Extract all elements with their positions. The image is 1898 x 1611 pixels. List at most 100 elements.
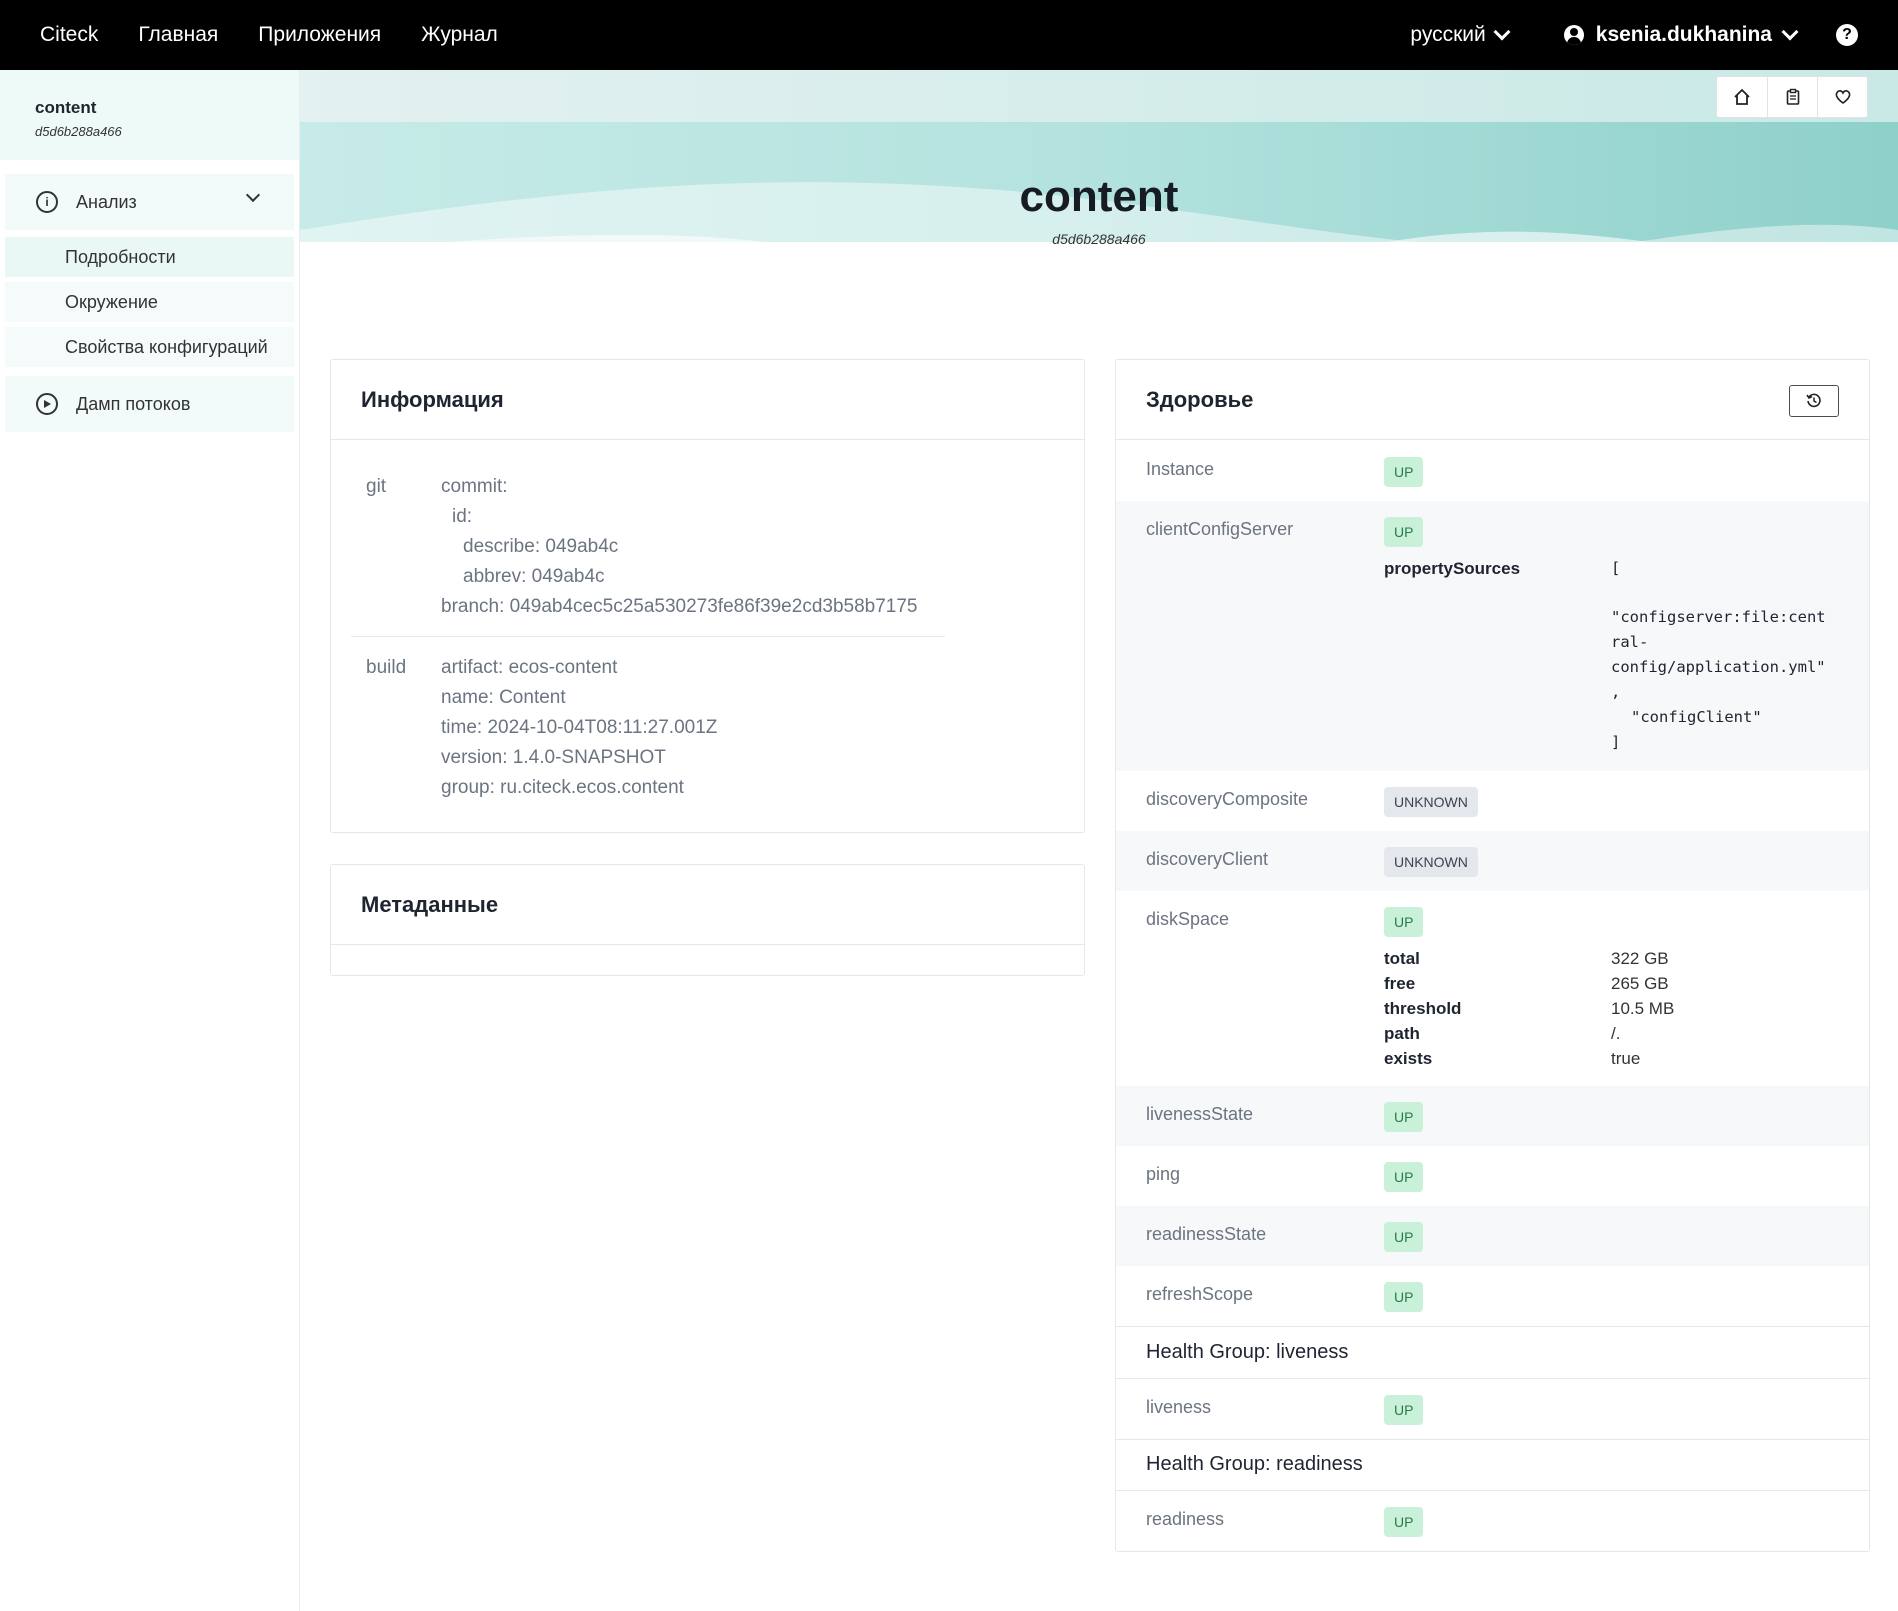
brand-link[interactable]: Citeck	[40, 23, 98, 47]
info-git-line: abbrev: 049ab4c	[463, 566, 605, 587]
info-card: Информация git commit: id: describe: 049…	[330, 359, 1085, 833]
health-row-liveness: liveness UP	[1116, 1379, 1869, 1439]
status-badge: UNKNOWN	[1384, 787, 1478, 817]
user-icon	[1563, 25, 1584, 45]
nav-home[interactable]: Главная	[138, 23, 218, 47]
status-badge: UP	[1384, 1507, 1424, 1537]
chevron-down-icon	[245, 187, 261, 203]
language-label: русский	[1410, 23, 1486, 46]
sidebar-group-label: Анализ	[76, 191, 137, 212]
clipboard-icon[interactable]	[1767, 77, 1817, 117]
health-row-instance: Instance UP	[1116, 441, 1869, 501]
health-group-title: Health Group: liveness	[1146, 1341, 1349, 1363]
health-row-name: readiness	[1146, 1509, 1225, 1529]
sidebar-item-environment[interactable]: Окружение	[5, 282, 294, 322]
health-row-name: livenessState	[1146, 1104, 1254, 1124]
info-git-line: branch: 049ab4cec5c25a530273fe86f39e2cd3…	[441, 596, 918, 617]
health-row-name: diskSpace	[1146, 909, 1230, 929]
home-icon[interactable]	[1717, 77, 1767, 117]
health-row-name: readinessState	[1146, 1224, 1267, 1244]
sidebar-item-config-props[interactable]: Свойства конфигураций	[5, 327, 294, 367]
health-card: Здоровье Instance UP clientConfigServer …	[1115, 359, 1870, 1552]
detail-key: free	[1384, 974, 1416, 993]
info-card-title: Информация	[331, 360, 1084, 440]
top-navbar: Citeck Главная Приложения Журнал русский…	[0, 0, 1898, 70]
user-menu[interactable]: ksenia.dukhanina	[1563, 23, 1799, 47]
health-row-readiness: readiness UP	[1116, 1491, 1869, 1551]
health-row-refresh-scope: refreshScope UP	[1116, 1266, 1869, 1326]
health-row-name: clientConfigServer	[1146, 519, 1294, 539]
metadata-card-title: Метаданные	[331, 865, 1084, 945]
page-subtitle: d5d6b288a466	[1052, 231, 1146, 247]
detail-value: ral-	[1611, 633, 1649, 651]
info-build-line: artifact: ecos-content	[441, 657, 618, 678]
status-badge: UP	[1384, 517, 1424, 547]
info-icon: i	[36, 191, 58, 213]
help-icon[interactable]: ?	[1836, 24, 1858, 46]
detail-value: "configserver:file:cent	[1611, 608, 1826, 626]
health-row-name: Instance	[1146, 459, 1215, 479]
status-badge: UP	[1384, 1282, 1424, 1312]
detail-value: ,	[1611, 683, 1621, 701]
detail-key: propertySources	[1384, 559, 1521, 578]
detail-value: /.	[1611, 1024, 1621, 1043]
health-row-name: liveness	[1146, 1397, 1212, 1417]
play-circle-icon	[36, 393, 58, 415]
detail-key: threshold	[1384, 999, 1462, 1018]
status-badge: UNKNOWN	[1384, 847, 1478, 877]
health-row-readiness-state: readinessState UP	[1116, 1206, 1869, 1266]
health-row-ping: ping UP	[1116, 1146, 1869, 1206]
status-badge: UP	[1384, 1395, 1424, 1425]
language-selector[interactable]: русский	[1410, 23, 1511, 47]
header-action-buttons	[1716, 76, 1868, 118]
info-git-line: commit:	[441, 476, 508, 497]
thread-dump-label: Дамп потоков	[76, 393, 191, 414]
status-badge: UP	[1384, 1162, 1424, 1192]
health-row-name: ping	[1146, 1164, 1181, 1184]
metadata-card: Метаданные	[330, 864, 1085, 976]
nav-journal[interactable]: Журнал	[421, 23, 498, 47]
chevron-down-icon	[1493, 23, 1511, 41]
status-badge: UP	[1384, 457, 1424, 487]
status-badge: UP	[1384, 1102, 1424, 1132]
health-card-title: Здоровье	[1116, 360, 1869, 440]
detail-value: 265 GB	[1611, 974, 1669, 993]
health-row-name: discoveryComposite	[1146, 789, 1309, 809]
health-row-discovery-client: discoveryClient UNKNOWN	[1116, 831, 1869, 891]
banner-toolbar-strip	[300, 70, 1898, 122]
nav-applications[interactable]: Приложения	[258, 23, 381, 47]
detail-key: total	[1384, 949, 1420, 968]
health-row-name: discoveryClient	[1146, 849, 1269, 869]
health-group-title: Health Group: readiness	[1146, 1453, 1363, 1475]
health-row-name: refreshScope	[1146, 1284, 1254, 1304]
refresh-history-button[interactable]	[1789, 385, 1839, 417]
detail-value: [	[1611, 559, 1621, 577]
health-row-liveness-state: livenessState UP	[1116, 1086, 1869, 1146]
detail-value: 10.5 MB	[1611, 999, 1675, 1018]
detail-key: exists	[1384, 1049, 1433, 1068]
info-git-line: describe: 049ab4c	[463, 536, 619, 557]
sidebar-group-analysis[interactable]: i Анализ	[5, 174, 294, 230]
health-row-client-config-server: clientConfigServer UP propertySources [ …	[1116, 501, 1869, 771]
history-icon	[1806, 393, 1821, 408]
page-title: content	[1019, 172, 1179, 221]
app-name: content	[35, 98, 97, 117]
sidebar-item-details[interactable]: Подробности	[5, 237, 294, 277]
info-key-git: git	[366, 476, 387, 497]
username: ksenia.dukhanina	[1595, 23, 1772, 46]
sidebar-item-thread-dump[interactable]: Дамп потоков	[5, 376, 294, 432]
health-row-discovery-composite: discoveryComposite UNKNOWN	[1116, 771, 1869, 831]
detail-value: ]	[1611, 733, 1621, 751]
sidebar: content d5d6b288a466 i Анализ Подробност…	[0, 70, 300, 1611]
status-badge: UP	[1384, 1222, 1424, 1252]
chevron-down-icon	[1781, 23, 1799, 41]
divider	[1116, 1439, 1869, 1440]
info-build-line: version: 1.4.0-SNAPSHOT	[441, 747, 666, 768]
health-row-disk-space: diskSpace UP total 322 GB free 265 GB th…	[1116, 891, 1869, 1086]
status-badge: UP	[1384, 907, 1424, 937]
info-build-line: group: ru.citeck.ecos.content	[441, 777, 684, 798]
detail-value: true	[1611, 1049, 1641, 1068]
sidebar-header: content d5d6b288a466	[0, 70, 299, 160]
info-build-line: name: Content	[441, 687, 566, 708]
heart-icon[interactable]	[1817, 77, 1867, 117]
